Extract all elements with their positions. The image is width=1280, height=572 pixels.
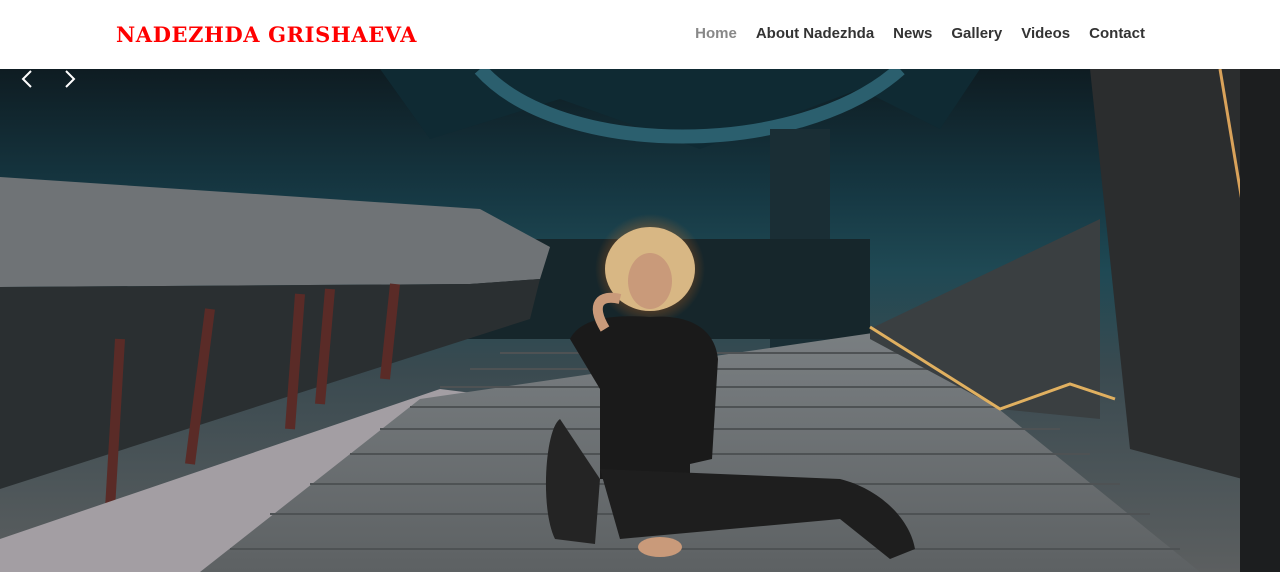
nav-item-contact[interactable]: Contact: [1089, 24, 1145, 44]
nav-item-videos[interactable]: Videos: [1021, 24, 1070, 44]
nav-item-about[interactable]: About Nadezhda: [756, 24, 874, 44]
nav-item-gallery[interactable]: Gallery: [951, 24, 1002, 44]
nav-item-home[interactable]: Home: [695, 24, 737, 44]
chevron-right-icon[interactable]: [60, 69, 80, 89]
chevron-left-icon[interactable]: [17, 69, 37, 89]
nav-item-news[interactable]: News: [893, 24, 932, 44]
site-logo[interactable]: NADEZHDA GRISHAEVA: [116, 20, 417, 50]
hero-image: [0, 69, 1280, 572]
site-header: NADEZHDA GRISHAEVA Home About Nadezhda N…: [0, 0, 1280, 69]
hero-slider: [0, 69, 1280, 572]
main-nav: Home About Nadezhda News Gallery Videos …: [695, 24, 1145, 44]
